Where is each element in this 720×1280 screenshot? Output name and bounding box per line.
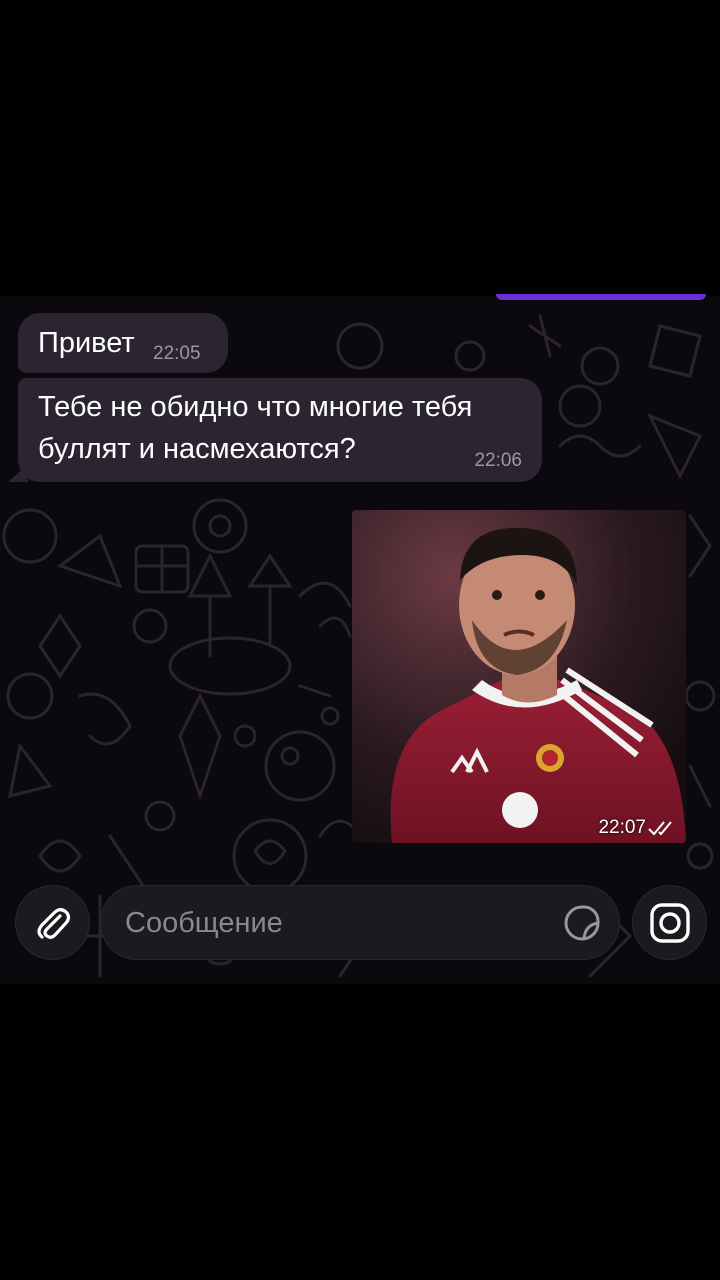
message-bubble-2[interactable]: Тебе не обидно что многие тебя буллят и … [8,378,542,482]
photo-time-text: 22:07 [598,817,646,838]
camera-icon [649,902,690,943]
message-time: 22:06 [474,450,522,471]
camera-button[interactable] [632,885,707,960]
message-time: 22:05 [153,343,201,364]
attach-button[interactable] [15,885,90,960]
message-text: Привет [38,327,135,359]
footballer-photo [352,510,686,843]
paperclip-icon [36,907,70,939]
message-input-bar[interactable] [100,885,620,961]
top-accent-bar [496,294,706,300]
message-text: Тебе не обидно что многие тебя буллят и … [38,391,473,465]
message-bubble-1[interactable]: Привет 22:05 [18,313,228,373]
sticker-icon[interactable] [563,904,601,942]
message-input[interactable] [123,886,547,961]
photo-message[interactable]: 22:07 [352,510,686,843]
photo-time: 22:07 [598,817,676,839]
double-check-icon [648,821,672,836]
